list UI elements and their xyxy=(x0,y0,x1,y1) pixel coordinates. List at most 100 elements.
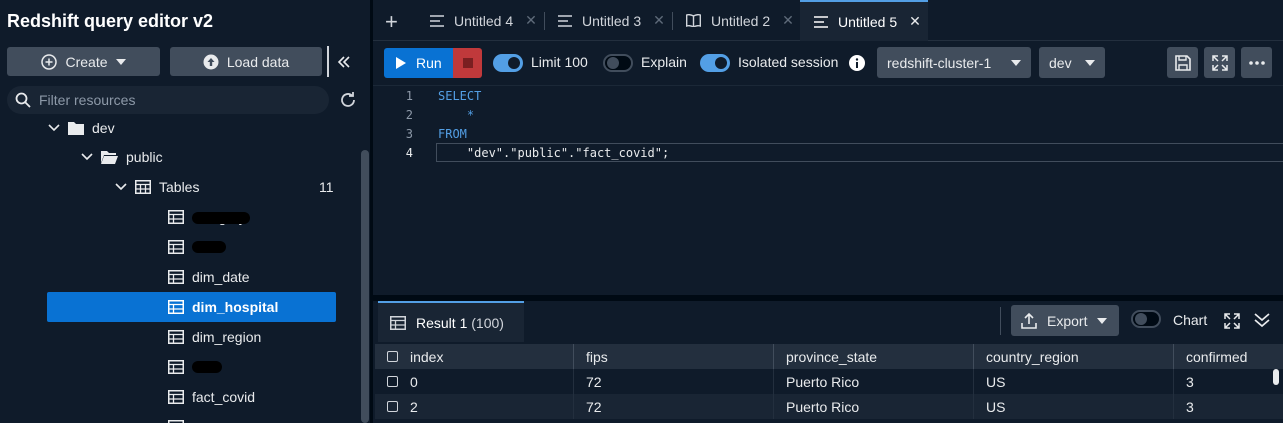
collapse-panel-button[interactable] xyxy=(327,46,358,77)
table-icon xyxy=(168,360,184,374)
row-checkbox[interactable] xyxy=(387,376,398,387)
tables-count: 11 xyxy=(319,179,334,195)
more-options-button[interactable] xyxy=(1241,47,1272,78)
chevron-down-icon xyxy=(115,183,127,191)
close-icon[interactable]: ✕ xyxy=(525,12,537,29)
explain-toggle[interactable] xyxy=(603,54,633,72)
result-tab-label: Result 1 xyxy=(416,314,468,331)
row-checkbox[interactable] xyxy=(387,401,398,412)
select-all-checkbox[interactable] xyxy=(387,351,398,362)
caret-down-icon xyxy=(1085,59,1095,66)
table-row[interactable]: 2 72 Puerto Rico US 3 xyxy=(375,394,1283,419)
play-icon xyxy=(396,57,406,69)
isolated-session-toggle[interactable] xyxy=(700,54,730,72)
cluster-select[interactable]: redshift-cluster-1 xyxy=(877,47,1031,78)
tree-table-item[interactable] xyxy=(168,413,184,423)
expand-icon[interactable] xyxy=(1224,313,1240,329)
cluster-value: redshift-cluster-1 xyxy=(887,54,992,71)
table-icon xyxy=(168,390,184,404)
caret-down-icon xyxy=(115,58,126,65)
tab-untitled-2[interactable]: Untitled 2 ✕ xyxy=(672,0,800,41)
run-button[interactable]: Run xyxy=(384,48,453,78)
tab-label: Untitled 5 xyxy=(838,13,898,30)
code-line: FROM xyxy=(438,127,467,141)
tab-untitled-3[interactable]: Untitled 3 ✕ xyxy=(544,0,672,41)
close-icon[interactable]: ✕ xyxy=(782,12,794,29)
table-header-row: index fips province_state country_region… xyxy=(375,344,1283,369)
create-label: Create xyxy=(65,53,108,70)
editor-icon xyxy=(430,14,444,27)
cell-province-state: Puerto Rico xyxy=(774,369,974,394)
results-scrollbar[interactable] xyxy=(1273,369,1279,385)
cell-index: 0 xyxy=(375,369,574,394)
create-button[interactable]: Create xyxy=(7,47,160,76)
export-button[interactable]: Export xyxy=(1011,305,1119,336)
code-line: "dev"."public"."fact_covid"; xyxy=(438,146,670,160)
load-data-label: Load data xyxy=(226,53,290,70)
caret-down-icon xyxy=(1011,59,1021,66)
fullscreen-button[interactable] xyxy=(1204,47,1235,78)
run-label: Run xyxy=(416,55,442,71)
chart-toggle[interactable] xyxy=(1131,310,1161,328)
expand-icon xyxy=(1211,54,1228,71)
tab-untitled-5[interactable]: Untitled 5 ✕ xyxy=(800,0,928,41)
tree-schema-public[interactable]: public xyxy=(81,143,163,171)
column-header-province-state[interactable]: province_state xyxy=(774,344,974,369)
tab-untitled-4[interactable]: Untitled 4 ✕ xyxy=(416,0,544,41)
redacted-table-name xyxy=(192,241,226,253)
column-header-fips[interactable]: fips xyxy=(574,344,774,369)
column-header-country-region[interactable]: country_region xyxy=(974,344,1174,369)
tab-label: Untitled 3 xyxy=(582,12,642,29)
table-name-dim-date: dim_date xyxy=(192,269,250,285)
refresh-icon[interactable] xyxy=(338,90,358,110)
line-number: 4 xyxy=(405,146,413,160)
info-icon[interactable] xyxy=(849,55,865,71)
column-header-index[interactable]: index xyxy=(375,344,574,369)
tree-table-item[interactable]: category xyxy=(168,203,250,231)
column-header-confirmed[interactable]: confirmed xyxy=(1174,344,1283,369)
double-chevron-down-icon[interactable] xyxy=(1254,312,1270,328)
cell-fips: 72 xyxy=(574,369,774,394)
tree-table-item[interactable]: fact_covid xyxy=(168,383,255,411)
limit-toggle[interactable] xyxy=(493,54,523,72)
database-value: dev xyxy=(1049,54,1072,71)
result-tab-count: (100) xyxy=(471,314,504,331)
save-button[interactable] xyxy=(1167,47,1198,78)
filter-resources-input[interactable]: Filter resources xyxy=(7,86,329,114)
code-line: * xyxy=(438,108,475,122)
new-tab-button[interactable]: + xyxy=(385,9,398,35)
result-tab[interactable]: Result 1 (100) xyxy=(378,301,524,342)
table-row[interactable]: 0 72 Puerto Rico US 3 xyxy=(375,369,1283,394)
close-icon[interactable]: ✕ xyxy=(909,13,921,30)
close-icon[interactable]: ✕ xyxy=(653,12,665,29)
cell-confirmed: 3 xyxy=(1186,398,1194,415)
export-label: Export xyxy=(1047,312,1088,329)
sql-editor[interactable]: 1 2 3 4 SELECT * FROM "dev"."public"."fa… xyxy=(373,85,1283,295)
chart-label: Chart xyxy=(1173,312,1208,328)
save-icon xyxy=(1174,54,1191,71)
cell-index: 2 xyxy=(375,394,574,419)
folder-open-icon xyxy=(101,151,118,164)
chevron-down-icon xyxy=(81,153,93,161)
table-icon xyxy=(168,240,184,254)
tree-db-label: dev xyxy=(92,120,115,136)
tree-table-item[interactable] xyxy=(168,353,222,381)
database-select[interactable]: dev xyxy=(1039,47,1105,78)
load-data-button[interactable]: Load data xyxy=(170,47,322,76)
tables-icon xyxy=(135,180,151,194)
tree-tables-label: Tables xyxy=(159,179,200,195)
tree-table-item[interactable]: dim_date xyxy=(168,263,250,291)
stop-button[interactable] xyxy=(453,48,482,78)
table-icon xyxy=(168,270,184,284)
chevron-down-icon xyxy=(48,124,60,132)
tree-tables-node[interactable]: Tables 11 xyxy=(115,173,345,201)
table-name-category: category xyxy=(192,209,250,225)
upload-icon xyxy=(1021,312,1037,329)
cell-confirmed: 3 xyxy=(1186,373,1194,390)
tree-table-item[interactable] xyxy=(168,233,226,261)
tree-table-item-selected[interactable]: dim_hospital xyxy=(168,293,278,321)
tree-table-item[interactable]: dim_region xyxy=(168,323,261,351)
table-name-dim-region: dim_region xyxy=(192,329,262,345)
sidebar-scrollbar[interactable] xyxy=(361,150,369,423)
tree-db-dev[interactable]: dev xyxy=(48,114,115,142)
